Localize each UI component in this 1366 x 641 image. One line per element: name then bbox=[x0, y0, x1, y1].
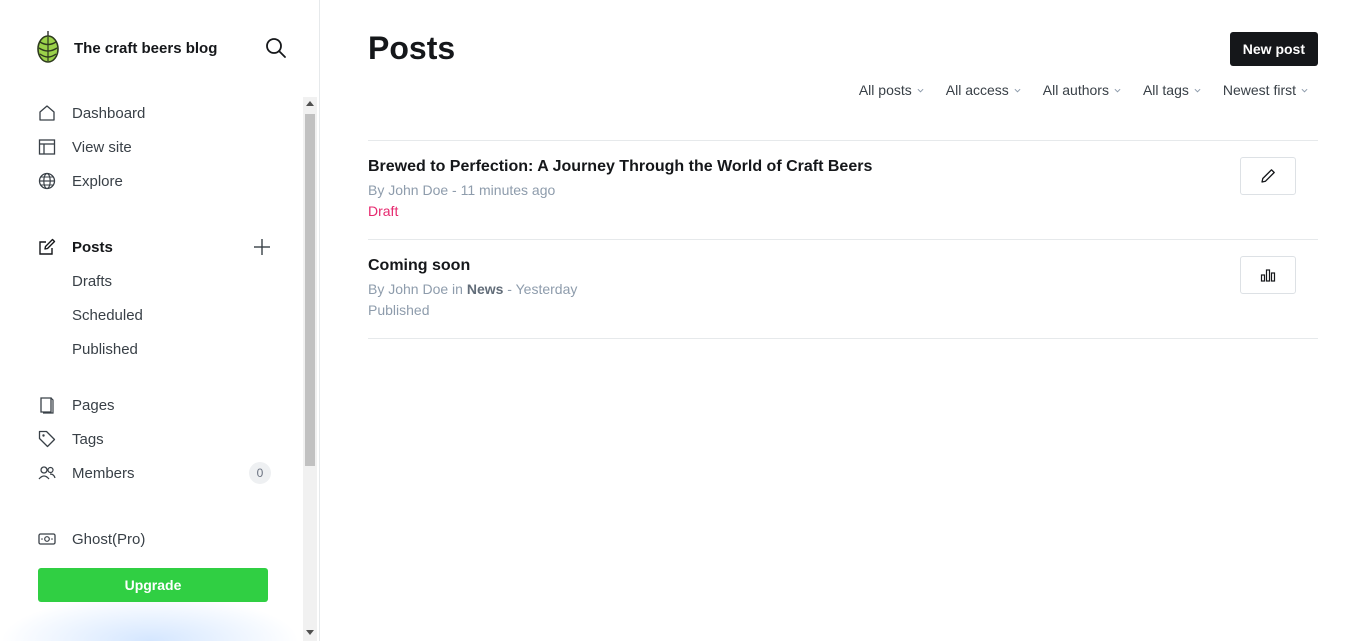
chevron-down-icon bbox=[1114, 88, 1121, 93]
sidebar-item-ghost-pro[interactable]: Ghost(Pro) bbox=[38, 522, 278, 556]
ghost-pro-nav: Ghost(Pro) bbox=[38, 522, 278, 556]
edit-icon bbox=[39, 238, 56, 255]
sidebar-item-label: Published bbox=[72, 340, 138, 358]
post-title[interactable]: Brewed to Perfection: A Journey Through … bbox=[368, 158, 872, 176]
sidebar-item-pages[interactable]: Pages bbox=[38, 388, 278, 422]
sidebar-item-label: Pages bbox=[72, 396, 115, 414]
list-item[interactable]: Coming soon By John Doe in News - Yester… bbox=[368, 240, 1318, 339]
post-meta: By John Doe in News - Yesterday bbox=[368, 281, 577, 297]
members-icon bbox=[38, 466, 56, 480]
secondary-nav: Pages Tags Members 0 bbox=[38, 388, 278, 490]
layout-icon bbox=[38, 139, 56, 155]
sidebar-item-view-site[interactable]: View site bbox=[38, 130, 278, 164]
new-post-button[interactable]: New post bbox=[1229, 32, 1318, 66]
chevron-down-icon bbox=[1301, 88, 1308, 93]
sidebar-item-label: Posts bbox=[72, 238, 113, 256]
sidebar-item-label: View site bbox=[72, 138, 132, 156]
sidebar-item-label: Dashboard bbox=[72, 104, 146, 122]
sidebar-item-members[interactable]: Members 0 bbox=[38, 456, 278, 490]
post-status: Published bbox=[368, 302, 430, 318]
add-post-icon[interactable] bbox=[252, 237, 272, 257]
filter-label: All authors bbox=[1042, 82, 1109, 98]
post-author: By John Doe in bbox=[368, 281, 467, 297]
chevron-down-icon bbox=[1194, 88, 1201, 93]
site-title: The craft beers blog bbox=[74, 39, 218, 57]
filter-sort-dropdown[interactable]: Newest first bbox=[1223, 82, 1308, 98]
scroll-up-icon[interactable] bbox=[306, 101, 314, 106]
filter-access-dropdown[interactable]: All access bbox=[946, 82, 1021, 98]
members-count-badge: 0 bbox=[249, 462, 271, 484]
filter-type-dropdown[interactable]: All posts bbox=[859, 82, 924, 98]
page-title: Posts bbox=[368, 30, 456, 66]
sidebar-item-posts[interactable]: Posts bbox=[38, 230, 278, 264]
sidebar-item-published[interactable]: Published bbox=[38, 332, 278, 366]
sidebar-item-label: Ghost(Pro) bbox=[72, 530, 146, 548]
sidebar-item-label: Members bbox=[72, 464, 135, 482]
globe-icon bbox=[38, 172, 56, 190]
sidebar-item-explore[interactable]: Explore bbox=[38, 164, 278, 198]
filter-label: All tags bbox=[1142, 82, 1189, 98]
hop-logo-icon bbox=[37, 31, 59, 63]
post-title[interactable]: Coming soon bbox=[368, 257, 470, 275]
post-filters: All posts All access All authors All tag… bbox=[837, 82, 1308, 98]
upgrade-button[interactable]: Upgrade bbox=[38, 568, 268, 602]
sidebar-item-label: Drafts bbox=[72, 272, 113, 290]
sidebar-item-dashboard[interactable]: Dashboard bbox=[38, 96, 278, 130]
list-item[interactable]: Brewed to Perfection: A Journey Through … bbox=[368, 141, 1318, 240]
brand[interactable]: The craft beers blog bbox=[36, 30, 217, 66]
chevron-down-icon bbox=[917, 88, 924, 93]
filter-authors-dropdown[interactable]: All authors bbox=[1043, 82, 1121, 98]
sidebar: The craft beers blog Dashboard View site… bbox=[0, 0, 320, 641]
sidebar-scrollbar[interactable] bbox=[303, 97, 317, 641]
post-tag[interactable]: News bbox=[467, 281, 504, 297]
search-icon[interactable] bbox=[264, 36, 288, 60]
scroll-down-icon[interactable] bbox=[306, 630, 314, 635]
sidebar-item-drafts[interactable]: Drafts bbox=[38, 264, 278, 298]
tag-icon bbox=[38, 430, 56, 448]
sidebar-item-label: Scheduled bbox=[72, 306, 143, 324]
filter-label: All posts bbox=[858, 82, 912, 98]
ghost-pro-icon bbox=[38, 533, 56, 545]
sidebar-item-label: Tags bbox=[72, 430, 104, 448]
sidebar-item-label: Explore bbox=[72, 172, 123, 190]
post-status: Draft bbox=[368, 203, 399, 219]
edit-post-button[interactable] bbox=[1240, 157, 1296, 195]
filter-label: Newest first bbox=[1222, 82, 1296, 98]
chevron-down-icon bbox=[1014, 88, 1021, 93]
home-icon bbox=[39, 105, 55, 121]
posts-list: Brewed to Perfection: A Journey Through … bbox=[368, 140, 1318, 339]
primary-nav: Dashboard View site Explore bbox=[38, 96, 278, 198]
sidebar-item-tags[interactable]: Tags bbox=[38, 422, 278, 456]
scrollbar-thumb[interactable] bbox=[305, 114, 315, 466]
post-analytics-button[interactable] bbox=[1240, 256, 1296, 294]
post-meta: By John Doe - 11 minutes ago bbox=[368, 182, 556, 198]
filter-label: All access bbox=[945, 82, 1009, 98]
analytics-icon bbox=[1260, 269, 1276, 282]
pencil-icon bbox=[1261, 169, 1275, 183]
post-time: - Yesterday bbox=[503, 281, 578, 297]
filter-tags-dropdown[interactable]: All tags bbox=[1143, 82, 1201, 98]
sidebar-item-scheduled[interactable]: Scheduled bbox=[38, 298, 278, 332]
page-icon bbox=[40, 397, 54, 414]
posts-nav: Posts Drafts Scheduled Published bbox=[38, 230, 278, 366]
